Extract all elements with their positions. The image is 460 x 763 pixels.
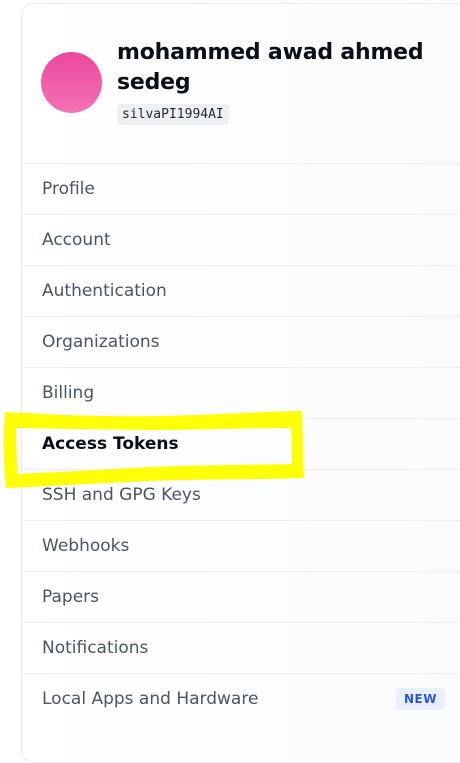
nav-item-label: Billing [42,383,95,403]
user-display-name: mohammed awad ahmed sedeg [117,40,424,95]
nav-item-label: Local Apps and Hardware [42,689,259,709]
nav-item-label: Webhooks [42,536,130,556]
nav-item-webhooks[interactable]: Webhooks [21,520,460,571]
nav-item-authentication[interactable]: Authentication [21,265,460,316]
nav-item-papers[interactable]: Papers [21,571,460,622]
nav-item-notifications[interactable]: Notifications [21,622,460,673]
nav-item-organizations[interactable]: Organizations [21,316,460,367]
nav-item-label: SSH and GPG Keys [42,485,201,505]
nav-item-label: Notifications [42,638,149,658]
user-profile-header: mohammed awad ahmed sedeg silvaPI1994AI [21,38,460,163]
avatar[interactable] [41,52,102,113]
nav-item-account[interactable]: Account [21,214,460,265]
settings-nav: Profile Account Authentication Organizat… [21,163,460,724]
nav-item-label: Organizations [42,332,160,352]
nav-item-label: Access Tokens [42,434,179,454]
nav-item-label: Papers [42,587,100,607]
nav-item-label: Authentication [42,281,167,301]
nav-item-profile[interactable]: Profile [21,163,460,214]
nav-item-label: Account [42,230,111,250]
nav-item-access-tokens[interactable]: Access Tokens [21,418,460,469]
nav-item-ssh-gpg-keys[interactable]: SSH and GPG Keys [21,469,460,520]
nav-item-billing[interactable]: Billing [21,367,460,418]
username-tag: silvaPI1994AI [117,104,229,125]
nav-item-local-apps-hardware[interactable]: Local Apps and Hardware NEW [21,673,460,724]
new-badge: NEW [396,688,445,710]
nav-item-label: Profile [42,179,95,199]
